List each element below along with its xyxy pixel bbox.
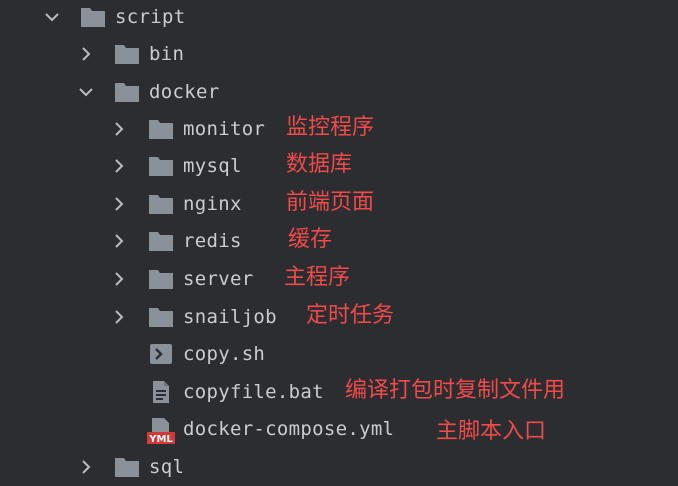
yaml-badge-label: YML bbox=[148, 434, 173, 444]
tree-node-bin[interactable]: bin bbox=[0, 36, 678, 73]
tree-node-copyfile-bat[interactable]: copyfile.bat 编译打包时复制文件用 bbox=[0, 374, 678, 411]
chevron-down-icon[interactable] bbox=[76, 82, 96, 102]
folder-icon bbox=[148, 155, 174, 177]
tree-node-label: docker bbox=[149, 81, 220, 103]
tree-node-sql[interactable]: sql bbox=[0, 449, 678, 486]
tree-node-server[interactable]: server 主程序 bbox=[0, 261, 678, 298]
folder-icon bbox=[114, 43, 140, 65]
tree-node-monitor[interactable]: monitor 监控程序 bbox=[0, 111, 678, 148]
tree-node-label: copyfile.bat bbox=[183, 381, 324, 403]
chevron-right-icon[interactable] bbox=[109, 156, 129, 176]
annotation-label: 数据库 bbox=[286, 152, 353, 177]
tree-node-copy-sh[interactable]: copy.sh bbox=[0, 336, 678, 373]
folder-icon bbox=[148, 306, 174, 328]
annotation-label: 编译打包时复制文件用 bbox=[345, 378, 566, 403]
annotation-label: 缓存 bbox=[288, 227, 333, 252]
tree-node-label: mysql bbox=[183, 155, 242, 177]
tree-node-label: snailjob bbox=[183, 306, 277, 328]
tree-node-label: server bbox=[183, 268, 254, 290]
tree-node-label: copy.sh bbox=[183, 343, 266, 365]
chevron-right-icon[interactable] bbox=[109, 269, 129, 289]
tree-node-docker[interactable]: docker bbox=[0, 74, 678, 111]
chevron-right-icon[interactable] bbox=[76, 44, 96, 64]
chevron-right-icon[interactable] bbox=[109, 231, 129, 251]
tree-node-label: redis bbox=[183, 230, 242, 252]
chevron-right-icon[interactable] bbox=[109, 194, 129, 214]
annotation-label: 定时任务 bbox=[306, 303, 395, 328]
folder-icon bbox=[80, 6, 106, 28]
tree-node-label: nginx bbox=[183, 193, 242, 215]
shell-script-icon bbox=[148, 343, 174, 365]
folder-icon bbox=[148, 193, 174, 215]
annotation-label: 前端页面 bbox=[286, 190, 375, 215]
tree-node-snailjob[interactable]: snailjob 定时任务 bbox=[0, 299, 678, 336]
chevron-right-icon[interactable] bbox=[109, 119, 129, 139]
project-tree: script bin docker monitor 监控程序 mysql 数据库… bbox=[0, 0, 678, 486]
folder-icon bbox=[148, 230, 174, 252]
chevron-right-icon[interactable] bbox=[76, 457, 96, 477]
yaml-file-icon: YML bbox=[146, 418, 175, 444]
folder-icon bbox=[114, 456, 140, 478]
folder-icon bbox=[114, 81, 140, 103]
folder-icon bbox=[148, 268, 174, 290]
tree-node-label: monitor bbox=[183, 118, 266, 140]
folder-icon bbox=[148, 118, 174, 140]
tree-node-redis[interactable]: redis 缓存 bbox=[0, 223, 678, 260]
tree-node-script[interactable]: script bbox=[0, 0, 678, 36]
tree-node-mysql[interactable]: mysql 数据库 bbox=[0, 148, 678, 185]
tree-node-docker-compose-yml[interactable]: YML docker-compose.yml 主脚本入口 bbox=[0, 411, 678, 448]
chevron-right-icon[interactable] bbox=[109, 307, 129, 327]
chevron-down-icon[interactable] bbox=[42, 7, 62, 27]
tree-node-label: bin bbox=[149, 43, 185, 65]
tree-node-nginx[interactable]: nginx 前端页面 bbox=[0, 186, 678, 223]
annotation-label: 主脚本入口 bbox=[436, 419, 547, 444]
tree-node-label: script bbox=[115, 6, 186, 28]
annotation-label: 监控程序 bbox=[286, 115, 375, 140]
text-file-icon bbox=[148, 381, 174, 403]
tree-node-label: sql bbox=[149, 456, 185, 478]
tree-node-label: docker-compose.yml bbox=[183, 418, 395, 440]
annotation-label: 主程序 bbox=[284, 265, 351, 290]
